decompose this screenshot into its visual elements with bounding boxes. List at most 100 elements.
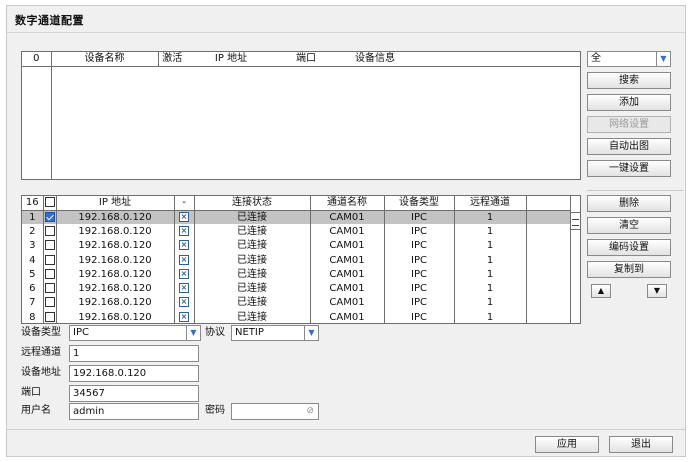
checkbox-icon[interactable]	[44, 297, 55, 308]
col-dev-type[interactable]: 设备类型	[384, 196, 455, 211]
row-remove[interactable]: ×	[174, 295, 195, 311]
row-remove[interactable]: ×	[174, 252, 195, 268]
remove-icon[interactable]: ×	[179, 268, 189, 279]
remove-icon[interactable]: ×	[179, 311, 189, 322]
scroll-thumb[interactable]	[571, 212, 580, 230]
row-checkbox[interactable]	[43, 210, 57, 225]
row-remove[interactable]: ×	[174, 310, 195, 323]
row-remove[interactable]: ×	[174, 281, 195, 296]
row-device-type: IPC	[384, 267, 455, 282]
row-channel-name: CAM01	[310, 210, 385, 225]
checkbox-icon[interactable]	[44, 268, 55, 279]
delete-button[interactable]: 删除	[587, 195, 671, 212]
move-down-button[interactable]: ▼	[647, 284, 667, 298]
one-key-setup-button[interactable]: 一键设置	[587, 160, 671, 177]
remove-icon[interactable]: ×	[179, 254, 189, 265]
row-number: 7	[22, 295, 44, 311]
col-dev-name[interactable]: 通道名称	[310, 196, 385, 211]
network-settings-button[interactable]: 网络设置	[587, 116, 671, 133]
col-dev-ip[interactable]: IP 地址	[56, 196, 175, 211]
row-blank	[526, 310, 571, 323]
remove-icon[interactable]: ×	[179, 240, 189, 251]
remove-icon[interactable]: ×	[179, 297, 189, 308]
apply-button[interactable]: 应用	[535, 436, 599, 453]
search-button[interactable]: 搜索	[587, 72, 671, 89]
col-device-name[interactable]: 设备名称	[51, 52, 159, 67]
clear-button[interactable]: 清空	[587, 217, 671, 234]
filter-select[interactable]: 全 ▼	[587, 51, 671, 67]
remove-icon[interactable]: ×	[179, 225, 189, 236]
row-checkbox[interactable]	[43, 238, 57, 253]
row-device-type: IPC	[384, 252, 455, 268]
username-input[interactable]: admin	[69, 403, 199, 420]
col-ip[interactable]: IP 地址	[186, 52, 276, 67]
chevron-down-icon[interactable]: ▼	[656, 52, 670, 66]
row-ip: 192.168.0.120	[56, 210, 175, 225]
checkbox-icon[interactable]	[44, 311, 55, 322]
device-address-label: 设备地址	[21, 367, 61, 378]
password-label: 密码	[205, 405, 225, 416]
row-checkbox[interactable]	[43, 295, 57, 311]
row-checkbox[interactable]	[43, 310, 57, 323]
remove-icon[interactable]: ×	[179, 283, 189, 294]
move-up-button[interactable]: ▲	[591, 284, 611, 298]
row-channel-name: CAM01	[310, 295, 385, 311]
col-dev-dash[interactable]: -	[174, 196, 195, 211]
checkbox-icon[interactable]	[44, 254, 55, 265]
remote-channel-input[interactable]: 1	[69, 345, 199, 362]
table-row[interactable]: 5 192.168.0.120 × 已连接 CAM01 IPC 1	[22, 267, 571, 282]
col-device-info[interactable]: 设备信息	[336, 52, 414, 67]
row-checkbox[interactable]	[43, 252, 57, 268]
exit-button[interactable]: 退出	[609, 436, 673, 453]
table-row[interactable]: 2 192.168.0.120 × 已连接 CAM01 IPC 1	[22, 224, 571, 239]
port-input[interactable]: 34567	[69, 385, 199, 402]
table-row[interactable]: 6 192.168.0.120 × 已连接 CAM01 IPC 1	[22, 281, 571, 296]
row-remove[interactable]: ×	[174, 267, 195, 282]
checkbox-icon[interactable]	[44, 225, 55, 236]
table-row[interactable]: 3 192.168.0.120 × 已连接 CAM01 IPC 1	[22, 238, 571, 253]
device-type-select[interactable]: IPC ▼	[69, 325, 201, 341]
chevron-down-icon[interactable]: ▼	[186, 326, 200, 340]
row-remove[interactable]: ×	[174, 238, 195, 253]
select-all-checkbox[interactable]	[43, 196, 57, 211]
row-blank	[526, 239, 571, 253]
row-status: 已连接	[194, 238, 311, 253]
eye-icon[interactable]: ⊘	[306, 404, 314, 419]
row-checkbox[interactable]	[43, 281, 57, 296]
remove-icon[interactable]: ×	[179, 211, 189, 222]
checkbox-icon[interactable]	[44, 211, 55, 222]
checkbox-icon[interactable]	[44, 283, 55, 294]
auto-preview-button[interactable]: 自动出图	[587, 138, 671, 155]
col-active[interactable]: 激活	[158, 52, 186, 67]
col-dev-status[interactable]: 连接状态	[194, 196, 311, 211]
row-device-type: IPC	[384, 238, 455, 253]
row-remove[interactable]: ×	[174, 210, 195, 225]
title-divider	[7, 32, 685, 33]
table-row[interactable]: 4 192.168.0.120 × 已连接 CAM01 IPC 1	[22, 252, 571, 268]
col-dev-remote[interactable]: 远程通道	[454, 196, 527, 211]
table-row[interactable]: 7 192.168.0.120 × 已连接 CAM01 IPC 1	[22, 295, 571, 311]
checkbox-icon[interactable]	[44, 240, 55, 251]
device-table[interactable]: 16 IP 地址 - 连接状态 通道名称 设备类型 远程通道 1 192.168.…	[21, 195, 581, 324]
encode-settings-button[interactable]: 编码设置	[587, 239, 671, 256]
protocol-select[interactable]: NETIP ▼	[231, 325, 319, 341]
table-row[interactable]: 1 192.168.0.120 × 已连接 CAM01 IPC 1	[22, 210, 571, 225]
table-row[interactable]: 8 192.168.0.120 × 已连接 CAM01 IPC 1	[22, 310, 571, 323]
col-port[interactable]: 端口	[276, 52, 336, 67]
row-checkbox[interactable]	[43, 267, 57, 282]
row-blank	[526, 296, 571, 310]
chevron-down-icon[interactable]: ▼	[304, 326, 318, 340]
search-table-header: 0 设备名称 激活 IP 地址 端口 设备信息	[22, 52, 580, 67]
add-button[interactable]: 添加	[587, 94, 671, 111]
protocol-label: 协议	[205, 327, 225, 338]
password-input[interactable]: ⊘	[231, 403, 319, 420]
row-checkbox[interactable]	[43, 224, 57, 239]
device-address-input[interactable]: 192.168.0.120	[69, 365, 199, 382]
checkbox-icon[interactable]	[44, 197, 55, 208]
device-table-scrollbar[interactable]	[570, 196, 580, 323]
row-ip: 192.168.0.120	[56, 252, 175, 268]
search-results-table[interactable]: 0 设备名称 激活 IP 地址 端口 设备信息	[21, 51, 581, 180]
copy-to-button[interactable]: 复制到	[587, 261, 671, 278]
row-remove[interactable]: ×	[174, 224, 195, 239]
row-number: 5	[22, 267, 44, 282]
